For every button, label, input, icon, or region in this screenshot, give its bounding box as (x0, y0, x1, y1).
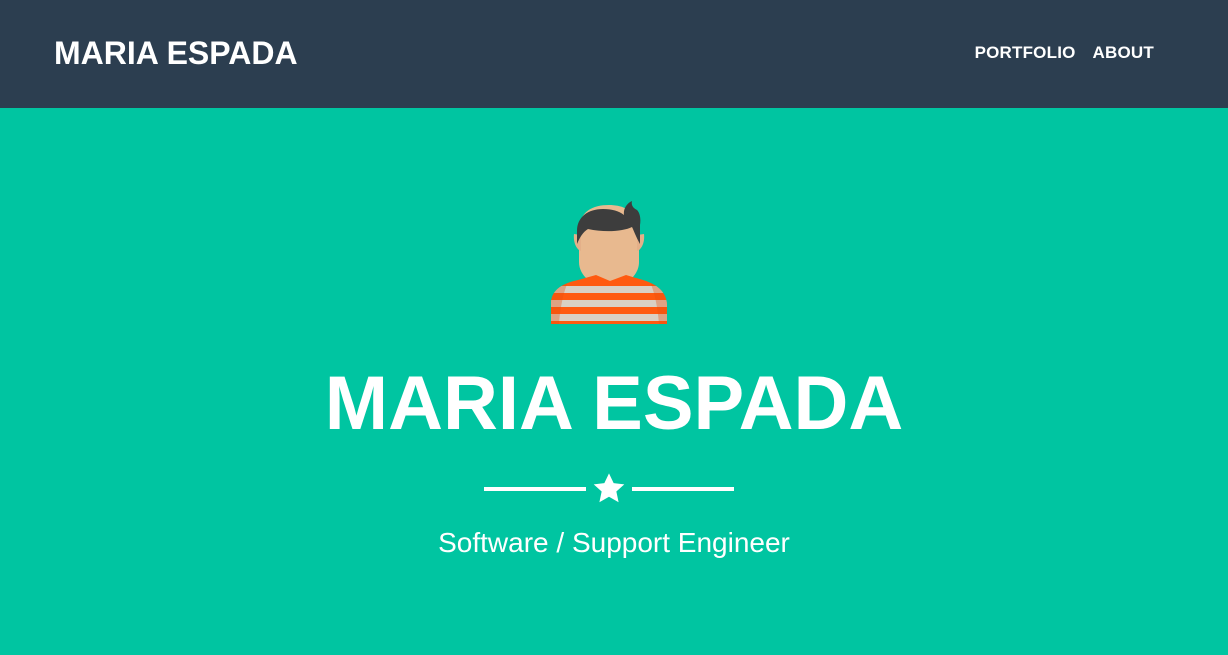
person-avatar-icon (551, 201, 667, 324)
hero-subtitle: Software / Support Engineer (438, 527, 790, 558)
nav-link-portfolio[interactable]: PORTFOLIO (975, 43, 1076, 63)
star-icon (593, 473, 625, 503)
divider-line-right (632, 487, 734, 491)
divider-line-left (484, 487, 586, 491)
nav-link-about[interactable]: ABOUT (1093, 43, 1154, 63)
hero-title: MARIA ESPADA (324, 361, 904, 446)
star-divider (484, 470, 734, 508)
top-navbar: MARIA ESPADA PORTFOLIO ABOUT (0, 0, 1228, 108)
hero-section: MARIA ESPADA Software / Support Engineer (0, 108, 1228, 655)
nav-links: PORTFOLIO ABOUT (975, 43, 1154, 63)
brand-link[interactable]: MARIA ESPADA (54, 34, 298, 72)
